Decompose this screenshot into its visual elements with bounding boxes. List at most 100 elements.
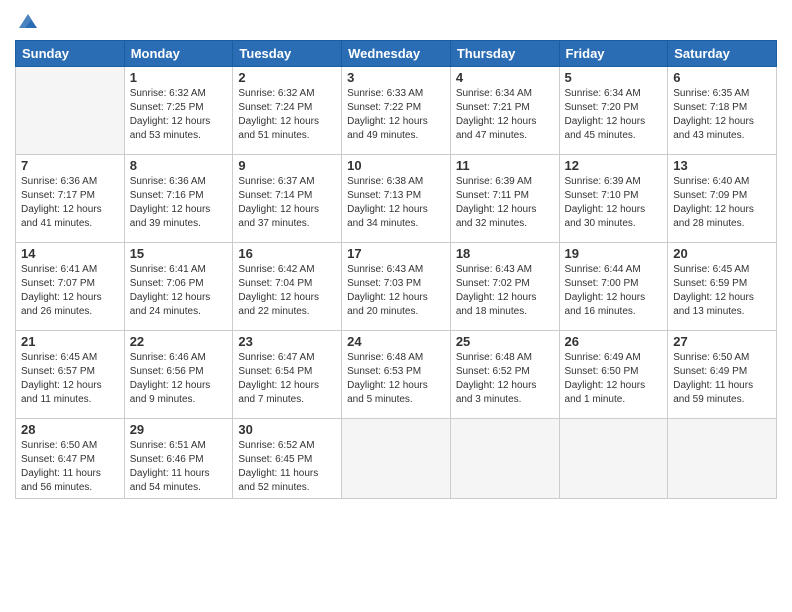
calendar-cell: 16 Sunrise: 6:42 AMSunset: 7:04 PMDayligh… xyxy=(233,243,342,331)
day-number: 28 xyxy=(21,422,119,437)
calendar-cell: 29 Sunrise: 6:51 AMSunset: 6:46 PMDayligh… xyxy=(124,419,233,499)
calendar-cell xyxy=(16,67,125,155)
day-number: 21 xyxy=(21,334,119,349)
cell-content: Sunrise: 6:34 AMSunset: 7:20 PMDaylight:… xyxy=(565,87,663,143)
calendar-cell xyxy=(342,419,451,499)
day-number: 1 xyxy=(130,70,228,85)
day-number: 26 xyxy=(565,334,663,349)
calendar-day-header: Sunday xyxy=(16,41,125,67)
cell-content: Sunrise: 6:52 AMSunset: 6:45 PMDaylight:… xyxy=(238,439,336,495)
calendar-cell: 7 Sunrise: 6:36 AMSunset: 7:17 PMDaylight… xyxy=(16,155,125,243)
calendar-cell: 24 Sunrise: 6:48 AMSunset: 6:53 PMDayligh… xyxy=(342,331,451,419)
logo xyxy=(15,10,39,32)
day-number: 29 xyxy=(130,422,228,437)
calendar-day-header: Saturday xyxy=(668,41,777,67)
day-number: 27 xyxy=(673,334,771,349)
day-number: 12 xyxy=(565,158,663,173)
calendar-week-row: 21 Sunrise: 6:45 AMSunset: 6:57 PMDayligh… xyxy=(16,331,777,419)
day-number: 22 xyxy=(130,334,228,349)
calendar-day-header: Monday xyxy=(124,41,233,67)
calendar-cell: 14 Sunrise: 6:41 AMSunset: 7:07 PMDayligh… xyxy=(16,243,125,331)
cell-content: Sunrise: 6:42 AMSunset: 7:04 PMDaylight:… xyxy=(238,263,336,319)
cell-content: Sunrise: 6:43 AMSunset: 7:02 PMDaylight:… xyxy=(456,263,554,319)
calendar-cell xyxy=(559,419,668,499)
cell-content: Sunrise: 6:45 AMSunset: 6:59 PMDaylight:… xyxy=(673,263,771,319)
day-number: 25 xyxy=(456,334,554,349)
calendar-cell: 18Sunrise: 6:43 AMSunset: 7:02 PMDayligh… xyxy=(450,243,559,331)
calendar-cell: 13Sunrise: 6:40 AMSunset: 7:09 PMDayligh… xyxy=(668,155,777,243)
day-number: 23 xyxy=(238,334,336,349)
cell-content: Sunrise: 6:49 AMSunset: 6:50 PMDaylight:… xyxy=(565,351,663,407)
cell-content: Sunrise: 6:48 AMSunset: 6:52 PMDaylight:… xyxy=(456,351,554,407)
day-number: 8 xyxy=(130,158,228,173)
day-number: 19 xyxy=(565,246,663,261)
day-number: 20 xyxy=(673,246,771,261)
calendar-table: SundayMondayTuesdayWednesdayThursdayFrid… xyxy=(15,40,777,499)
cell-content: Sunrise: 6:38 AMSunset: 7:13 PMDaylight:… xyxy=(347,175,445,231)
calendar-header-row: SundayMondayTuesdayWednesdayThursdayFrid… xyxy=(16,41,777,67)
calendar-cell: 4Sunrise: 6:34 AMSunset: 7:21 PMDaylight… xyxy=(450,67,559,155)
calendar-day-header: Wednesday xyxy=(342,41,451,67)
day-number: 2 xyxy=(238,70,336,85)
calendar-cell: 12 Sunrise: 6:39 AMSunset: 7:10 PMDayligh… xyxy=(559,155,668,243)
calendar-cell: 8Sunrise: 6:36 AMSunset: 7:16 PMDaylight… xyxy=(124,155,233,243)
day-number: 7 xyxy=(21,158,119,173)
calendar-cell: 25 Sunrise: 6:48 AMSunset: 6:52 PMDayligh… xyxy=(450,331,559,419)
day-number: 30 xyxy=(238,422,336,437)
cell-content: Sunrise: 6:40 AMSunset: 7:09 PMDaylight:… xyxy=(673,175,771,231)
cell-content: Sunrise: 6:35 AMSunset: 7:18 PMDaylight:… xyxy=(673,87,771,143)
calendar-cell: 27 Sunrise: 6:50 AMSunset: 6:49 PMDayligh… xyxy=(668,331,777,419)
day-number: 5 xyxy=(565,70,663,85)
calendar-cell: 6 Sunrise: 6:35 AMSunset: 7:18 PMDaylight… xyxy=(668,67,777,155)
cell-content: Sunrise: 6:51 AMSunset: 6:46 PMDaylight:… xyxy=(130,439,228,495)
calendar-cell: 17Sunrise: 6:43 AMSunset: 7:03 PMDayligh… xyxy=(342,243,451,331)
calendar-week-row: 1 Sunrise: 6:32 AMSunset: 7:25 PMDaylight… xyxy=(16,67,777,155)
calendar-cell: 21 Sunrise: 6:45 AMSunset: 6:57 PMDayligh… xyxy=(16,331,125,419)
cell-content: Sunrise: 6:44 AMSunset: 7:00 PMDaylight:… xyxy=(565,263,663,319)
day-number: 4 xyxy=(456,70,554,85)
calendar-day-header: Friday xyxy=(559,41,668,67)
calendar-cell xyxy=(450,419,559,499)
day-number: 16 xyxy=(238,246,336,261)
day-number: 6 xyxy=(673,70,771,85)
calendar-cell: 11 Sunrise: 6:39 AMSunset: 7:11 PMDayligh… xyxy=(450,155,559,243)
calendar-cell: 15Sunrise: 6:41 AMSunset: 7:06 PMDayligh… xyxy=(124,243,233,331)
cell-content: Sunrise: 6:37 AMSunset: 7:14 PMDaylight:… xyxy=(238,175,336,231)
calendar-cell: 2 Sunrise: 6:32 AMSunset: 7:24 PMDaylight… xyxy=(233,67,342,155)
calendar-week-row: 14 Sunrise: 6:41 AMSunset: 7:07 PMDayligh… xyxy=(16,243,777,331)
calendar-cell: 20 Sunrise: 6:45 AMSunset: 6:59 PMDayligh… xyxy=(668,243,777,331)
calendar-cell: 9 Sunrise: 6:37 AMSunset: 7:14 PMDaylight… xyxy=(233,155,342,243)
calendar-week-row: 28Sunrise: 6:50 AMSunset: 6:47 PMDayligh… xyxy=(16,419,777,499)
cell-content: Sunrise: 6:46 AMSunset: 6:56 PMDaylight:… xyxy=(130,351,228,407)
calendar-cell: 19 Sunrise: 6:44 AMSunset: 7:00 PMDayligh… xyxy=(559,243,668,331)
page: SundayMondayTuesdayWednesdayThursdayFrid… xyxy=(0,0,792,612)
day-number: 24 xyxy=(347,334,445,349)
calendar-week-row: 7 Sunrise: 6:36 AMSunset: 7:17 PMDaylight… xyxy=(16,155,777,243)
cell-content: Sunrise: 6:32 AMSunset: 7:25 PMDaylight:… xyxy=(130,87,228,143)
cell-content: Sunrise: 6:50 AMSunset: 6:49 PMDaylight:… xyxy=(673,351,771,407)
cell-content: Sunrise: 6:39 AMSunset: 7:11 PMDaylight:… xyxy=(456,175,554,231)
calendar-cell: 26 Sunrise: 6:49 AMSunset: 6:50 PMDayligh… xyxy=(559,331,668,419)
calendar-cell: 30 Sunrise: 6:52 AMSunset: 6:45 PMDayligh… xyxy=(233,419,342,499)
calendar-day-header: Thursday xyxy=(450,41,559,67)
cell-content: Sunrise: 6:39 AMSunset: 7:10 PMDaylight:… xyxy=(565,175,663,231)
calendar-cell: 1 Sunrise: 6:32 AMSunset: 7:25 PMDaylight… xyxy=(124,67,233,155)
day-number: 3 xyxy=(347,70,445,85)
calendar-day-header: Tuesday xyxy=(233,41,342,67)
cell-content: Sunrise: 6:48 AMSunset: 6:53 PMDaylight:… xyxy=(347,351,445,407)
cell-content: Sunrise: 6:45 AMSunset: 6:57 PMDaylight:… xyxy=(21,351,119,407)
calendar-cell: 22 Sunrise: 6:46 AMSunset: 6:56 PMDayligh… xyxy=(124,331,233,419)
day-number: 9 xyxy=(238,158,336,173)
cell-content: Sunrise: 6:43 AMSunset: 7:03 PMDaylight:… xyxy=(347,263,445,319)
calendar-cell: 5 Sunrise: 6:34 AMSunset: 7:20 PMDaylight… xyxy=(559,67,668,155)
day-number: 14 xyxy=(21,246,119,261)
cell-content: Sunrise: 6:36 AMSunset: 7:17 PMDaylight:… xyxy=(21,175,119,231)
day-number: 11 xyxy=(456,158,554,173)
calendar-cell: 23Sunrise: 6:47 AMSunset: 6:54 PMDayligh… xyxy=(233,331,342,419)
calendar-cell: 10 Sunrise: 6:38 AMSunset: 7:13 PMDayligh… xyxy=(342,155,451,243)
calendar-cell: 3Sunrise: 6:33 AMSunset: 7:22 PMDaylight… xyxy=(342,67,451,155)
cell-content: Sunrise: 6:32 AMSunset: 7:24 PMDaylight:… xyxy=(238,87,336,143)
logo-icon xyxy=(17,10,39,32)
day-number: 10 xyxy=(347,158,445,173)
cell-content: Sunrise: 6:41 AMSunset: 7:07 PMDaylight:… xyxy=(21,263,119,319)
